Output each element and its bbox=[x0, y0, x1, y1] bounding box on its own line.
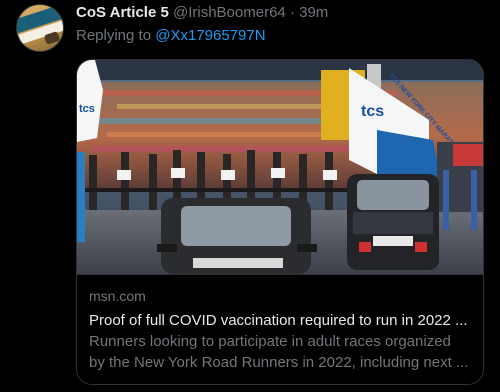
card-photo[interactable]: tcs tcs TCS NEW YORK CITY MARATHON bbox=[77, 60, 484, 274]
card-body: msn.com Proof of full COVID vaccination … bbox=[77, 274, 483, 384]
card-domain: msn.com bbox=[89, 288, 146, 304]
replying-to-line: Replying to @Xx17965797N bbox=[76, 27, 266, 44]
author-handle[interactable]: @IrishBoomer64 bbox=[173, 4, 286, 21]
tweet-time[interactable]: 39m bbox=[299, 4, 328, 21]
link-preview-card[interactable]: tcs tcs TCS NEW YORK CITY MARATHON msn.c… bbox=[76, 59, 484, 385]
tweet-header: CoS Article 5 @IrishBoomer64 · 39m bbox=[76, 4, 328, 21]
replying-to-link[interactable]: @Xx17965797N bbox=[155, 27, 265, 44]
banner-left-text: tcs bbox=[79, 103, 95, 115]
replying-prefix: Replying to bbox=[76, 27, 156, 44]
card-title[interactable]: Proof of full COVID vaccination required… bbox=[89, 311, 475, 331]
author-name[interactable]: CoS Article 5 bbox=[76, 4, 169, 21]
card-description-line-1: Runners looking to participate in adult … bbox=[89, 333, 451, 350]
lead-car-right bbox=[347, 174, 439, 270]
lead-car-left bbox=[157, 198, 317, 274]
avatar[interactable] bbox=[16, 4, 64, 52]
separator-dot: · bbox=[289, 4, 295, 21]
card-description-line-2: by the New York Road Runners in 2022, in… bbox=[89, 354, 469, 371]
banner-right-big-text: tcs bbox=[361, 103, 384, 120]
